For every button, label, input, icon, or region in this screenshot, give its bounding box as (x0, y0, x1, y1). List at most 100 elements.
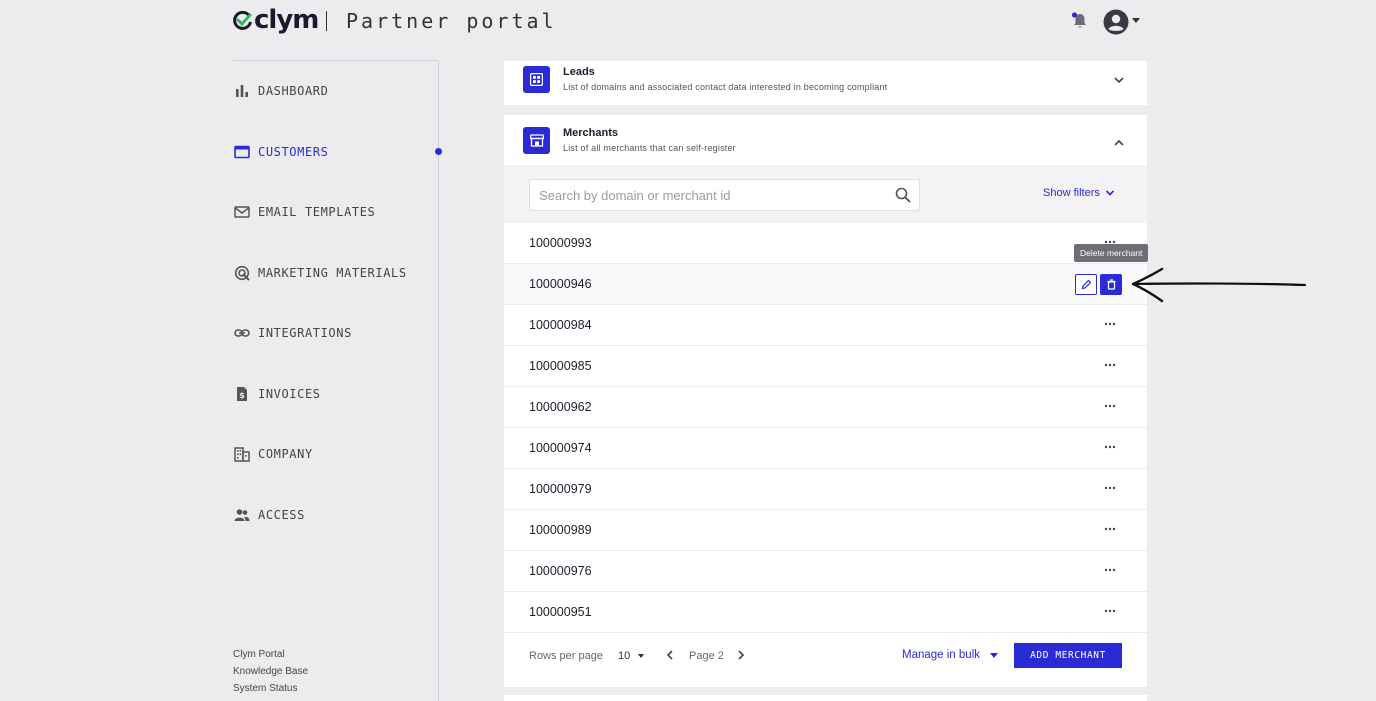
invoice-icon: $ (237, 387, 247, 401)
more-horiz-icon[interactable] (1103, 563, 1117, 577)
rows-per-page-label: Rows per page (529, 650, 603, 662)
table-row[interactable]: 100000979 (504, 469, 1147, 510)
sidebar-item-label: CUSTOMERS (258, 145, 329, 159)
sidebar-border (438, 61, 439, 701)
sidebar-item-label: MARKETING MATERIALS (258, 266, 407, 280)
show-filters-button[interactable]: Show filters (1043, 187, 1116, 199)
manage-in-bulk-button[interactable]: Manage in bulk (902, 649, 998, 661)
merchant-id: 100000974 (529, 441, 592, 455)
active-indicator-dot (435, 148, 442, 155)
leads-subtitle: List of domains and associated contact d… (563, 82, 888, 92)
merchant-id: 100000951 (529, 605, 592, 619)
pencil-icon (1081, 279, 1091, 290)
chevron-right-icon[interactable] (734, 648, 748, 662)
chevron-left-icon[interactable] (663, 648, 677, 662)
table-row[interactable]: 100000974 (504, 428, 1147, 469)
sidebar-item-label: COMPANY (258, 447, 313, 461)
chevron-up-icon[interactable] (1112, 136, 1126, 150)
sidebar-item-marketing-materials[interactable]: MARKETING MATERIALS (234, 263, 407, 283)
sidebar-item-access[interactable]: ACCESS (234, 505, 305, 525)
account-menu-chevron-down-icon[interactable] (1132, 18, 1140, 23)
chevron-down-icon[interactable] (1112, 73, 1126, 87)
user-avatar-icon[interactable] (1103, 9, 1129, 35)
table-row[interactable]: 100000984 (504, 305, 1147, 346)
link-icon (234, 329, 250, 337)
table-row[interactable]: 100000962 (504, 387, 1147, 428)
delete-merchant-button[interactable] (1100, 274, 1122, 295)
edit-merchant-button[interactable] (1075, 274, 1097, 295)
grid-icon (530, 73, 543, 86)
sidebar-item-customers[interactable]: CUSTOMERS (234, 142, 328, 162)
notification-bell-icon[interactable] (1071, 12, 1089, 30)
add-merchant-button[interactable]: ADD MERCHANT (1014, 643, 1122, 668)
app-header: clym Partner portal (0, 0, 1376, 60)
trash-icon (1107, 279, 1115, 290)
chevron-down-icon (1105, 190, 1114, 196)
logo-check-icon (233, 10, 252, 30)
merchant-id: 100000976 (529, 564, 592, 578)
search-icon[interactable] (895, 187, 911, 203)
caret-down-icon (638, 654, 645, 658)
clym-logo[interactable]: clym (233, 5, 319, 35)
sidebar (0, 61, 438, 701)
footer-link-clym-portal[interactable]: Clym Portal (233, 646, 308, 663)
show-filters-label: Show filters (1043, 187, 1100, 199)
sidebar-item-invoices[interactable]: $ INVOICES (234, 384, 321, 404)
sidebar-item-integrations[interactable]: INTEGRATIONS (234, 323, 352, 343)
footer-link-system-status[interactable]: System Status (233, 680, 308, 697)
portal-title: Partner portal (346, 9, 557, 33)
more-horiz-icon[interactable] (1103, 604, 1117, 618)
sidebar-item-label: INVOICES (258, 387, 321, 401)
merchants-card: Merchants List of all merchants that can… (504, 115, 1149, 687)
more-horiz-icon[interactable] (1103, 440, 1117, 454)
more-horiz-icon[interactable] (1103, 399, 1117, 413)
merchant-id: 100000984 (529, 318, 592, 332)
pagination-bar: Rows per page 10 Page 2 Manage in bulk A… (504, 643, 1147, 687)
table-row[interactable]: 100000976 (504, 551, 1147, 592)
merchant-id: 100000979 (529, 482, 592, 496)
sidebar-item-company[interactable]: COMPANY (234, 444, 313, 464)
more-horiz-icon[interactable] (1103, 358, 1117, 372)
sidebar-item-email-templates[interactable]: EMAIL TEMPLATES (234, 202, 375, 222)
building-icon (234, 447, 250, 462)
bar-chart-icon (236, 85, 248, 97)
leads-card-icon (523, 66, 550, 93)
footer-link-knowledge-base[interactable]: Knowledge Base (233, 663, 308, 680)
next-card (504, 695, 1147, 701)
table-row[interactable]: 100000946 (504, 264, 1147, 305)
table-row[interactable]: 100000985 (504, 346, 1147, 387)
logo-text: clym (254, 5, 319, 35)
manage-in-bulk-label: Manage in bulk (902, 649, 980, 661)
sidebar-item-label: DASHBOARD (258, 84, 329, 98)
page-indicator: Page 2 (689, 650, 724, 662)
sidebar-item-dashboard[interactable]: DASHBOARD (234, 81, 328, 101)
delete-merchant-tooltip: Delete merchant (1074, 244, 1149, 262)
annotation-arrow-icon (1131, 267, 1307, 303)
caret-down-icon (990, 652, 998, 658)
more-horiz-icon[interactable] (1103, 481, 1117, 495)
people-icon (234, 509, 250, 521)
sidebar-item-label: ACCESS (258, 508, 305, 522)
merchant-id: 100000962 (529, 400, 592, 414)
sidebar-item-label: INTEGRATIONS (258, 326, 352, 340)
folder-icon (234, 145, 250, 159)
rows-per-page-select[interactable]: 10 (618, 650, 645, 662)
rows-per-page-value: 10 (618, 650, 631, 662)
table-row[interactable]: 100000993 (504, 223, 1147, 264)
merchants-subtitle: List of all merchants that can self-regi… (563, 143, 736, 153)
header-divider (326, 11, 327, 31)
more-horiz-icon[interactable] (1103, 317, 1117, 331)
search-bar-area: Show filters (504, 167, 1147, 223)
merchant-id: 100000989 (529, 523, 592, 537)
leads-card[interactable]: Leads List of domains and associated con… (504, 61, 1147, 105)
more-horiz-icon[interactable] (1103, 522, 1117, 536)
merchants-title: Merchants (563, 127, 619, 139)
merchant-id: 100000993 (529, 236, 592, 250)
leads-title: Leads (563, 66, 595, 78)
table-row[interactable]: 100000989 (504, 510, 1147, 551)
row-actions (1075, 274, 1122, 295)
table-row[interactable]: 100000951 (504, 592, 1147, 633)
merchant-id: 100000946 (529, 277, 592, 291)
search-input[interactable] (539, 180, 879, 210)
store-icon (529, 134, 544, 147)
